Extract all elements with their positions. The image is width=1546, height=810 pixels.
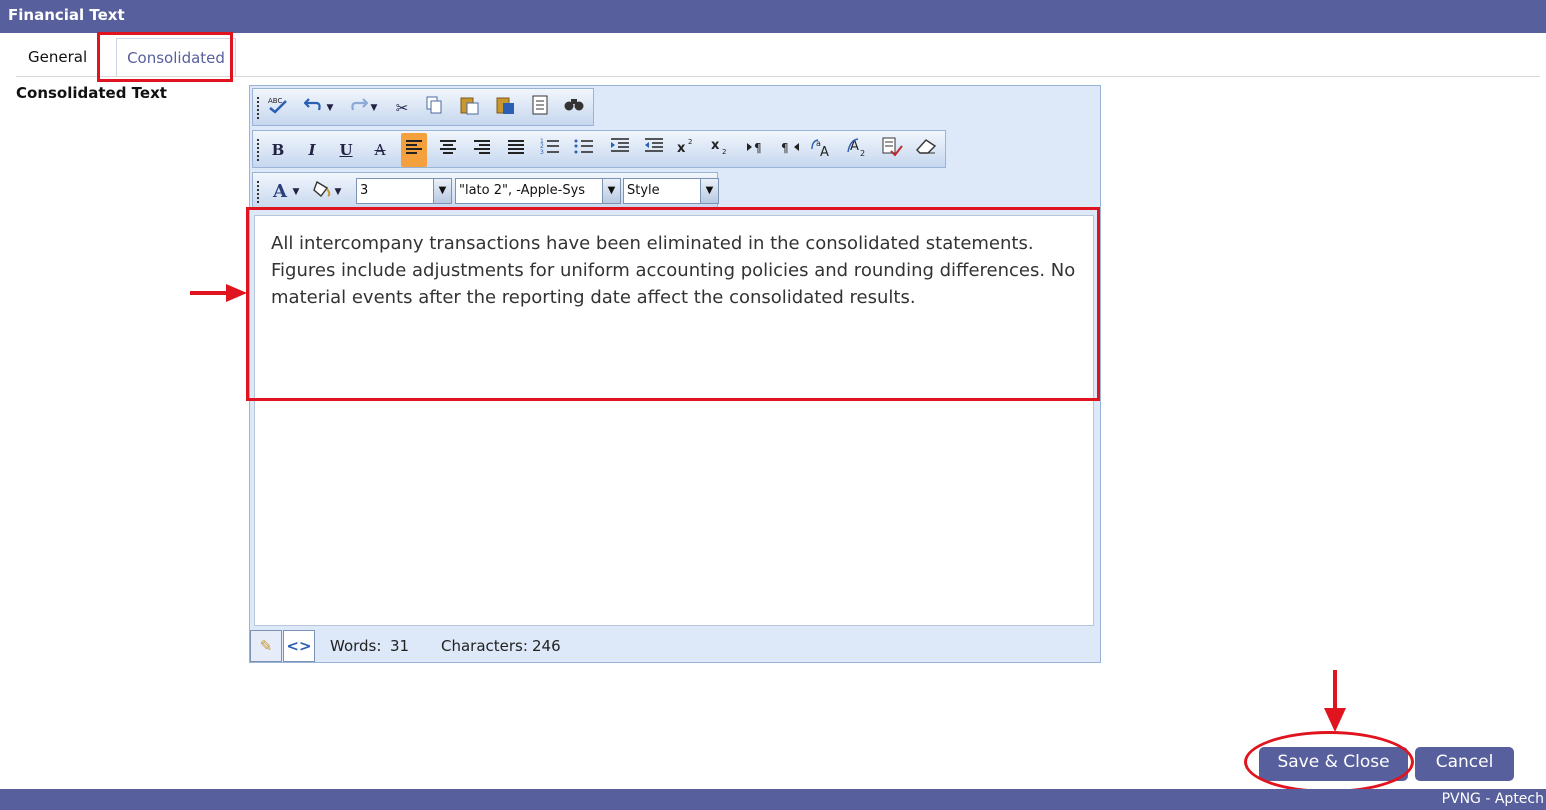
svg-text:3: 3 [540,149,544,155]
align-center-icon[interactable] [435,137,461,163]
svg-text:2: 2 [722,148,726,155]
svg-text:x: x [677,141,686,155]
paste-from-word-icon[interactable] [493,95,519,121]
justify-icon[interactable] [503,137,529,163]
svg-text:ABC: ABC [268,97,282,105]
text-direction-icon[interactable]: A2 [845,137,871,163]
characters-label: Characters: [441,637,528,655]
chevron-down-icon[interactable]: ▼ [700,179,718,203]
svg-text:x: x [711,138,720,153]
italic-button[interactable]: I [299,137,325,163]
tab-highlight-box [97,32,233,82]
outdent-icon[interactable] [641,137,667,163]
design-mode-button[interactable]: ✎ [250,630,282,662]
chevron-down-icon[interactable]: ▼ [433,179,451,203]
words-count: 31 [390,637,410,655]
bullet-list-icon[interactable] [571,137,597,163]
save-highlight-ellipse [1244,731,1414,793]
format-stripper-icon[interactable] [879,137,905,163]
toolbar-grip [257,139,262,161]
subscript-icon[interactable]: x2 [707,137,733,163]
style-value: Style [627,183,660,198]
numbered-list-icon[interactable]: 123 [537,137,563,163]
field-label: Consolidated Text [16,84,167,102]
align-right-icon[interactable] [469,137,495,163]
font-family-select[interactable]: "lato 2", -Apple-Sys ▼ [455,178,621,204]
convert-case-icon[interactable]: aA [809,137,835,163]
words-label: Words: [330,637,382,655]
font-size-value: 3 [360,183,369,198]
ltr-icon[interactable]: ¶ [743,137,769,163]
redo-dropdown-icon[interactable]: ▼ [367,95,381,121]
superscript-icon[interactable]: x2 [673,137,699,163]
html-mode-button[interactable]: <> [283,630,315,662]
svg-text:2: 2 [860,149,865,157]
rtl-icon[interactable]: ¶ [777,137,803,163]
footer-text: PVNG - Aptech [1441,791,1544,807]
toolbar-grip [257,97,262,119]
cut-icon[interactable]: ✂ [389,95,415,121]
eraser-icon[interactable] [913,137,939,163]
font-family-value: "lato 2", -Apple-Sys [459,183,586,198]
align-left-icon[interactable] [401,133,427,167]
cancel-button[interactable]: Cancel [1415,747,1514,781]
toolbar-row-2: B I U A 123 x2 x2 ¶ ¶ aA A2 [252,130,946,168]
undo-dropdown-icon[interactable]: ▼ [323,95,337,121]
svg-text:A: A [820,145,829,157]
pencil-icon: ✎ [259,637,273,655]
paste-icon[interactable] [457,95,483,121]
copy-icon[interactable] [421,95,447,121]
font-color-dropdown-icon[interactable]: ▼ [289,179,303,205]
bold-button[interactable]: B [265,137,291,163]
font-size-select[interactable]: 3 ▼ [356,178,452,204]
svg-text:A: A [850,139,859,154]
window-title: Financial Text [0,0,1546,33]
svg-text:¶: ¶ [754,141,762,155]
tab-divider [16,76,1540,77]
arrow-down-icon [1324,670,1346,732]
toolbar-row-3: A ▼ ▼ 3 ▼ "lato 2", -Apple-Sys ▼ Style ▼ [252,172,719,210]
code-icon: <> [286,637,312,655]
content-highlight-box [246,207,1100,401]
chevron-down-icon[interactable]: ▼ [602,179,620,203]
svg-text:¶: ¶ [781,141,789,155]
footer-bar: PVNG - Aptech [0,789,1546,810]
arrow-right-icon [190,284,247,302]
strikethrough-button[interactable]: A [367,137,393,163]
tab-general[interactable]: General [28,38,87,76]
toolbar-row-1: ABC ▼ ▼ ✂ [252,88,594,126]
toolbar-grip [257,181,262,203]
style-select[interactable]: Style ▼ [623,178,719,204]
svg-text:2: 2 [688,138,692,146]
spellcheck-icon[interactable]: ABC [265,95,291,121]
paste-plain-text-icon[interactable] [527,95,553,121]
highlight-dropdown-icon[interactable]: ▼ [331,179,345,205]
indent-icon[interactable] [607,137,633,163]
underline-button[interactable]: U [333,137,359,163]
find-icon[interactable] [561,95,587,121]
editor-status-bar: ✎ <> Words: 31 Characters: 246 [250,628,1100,662]
characters-count: 246 [532,637,561,655]
